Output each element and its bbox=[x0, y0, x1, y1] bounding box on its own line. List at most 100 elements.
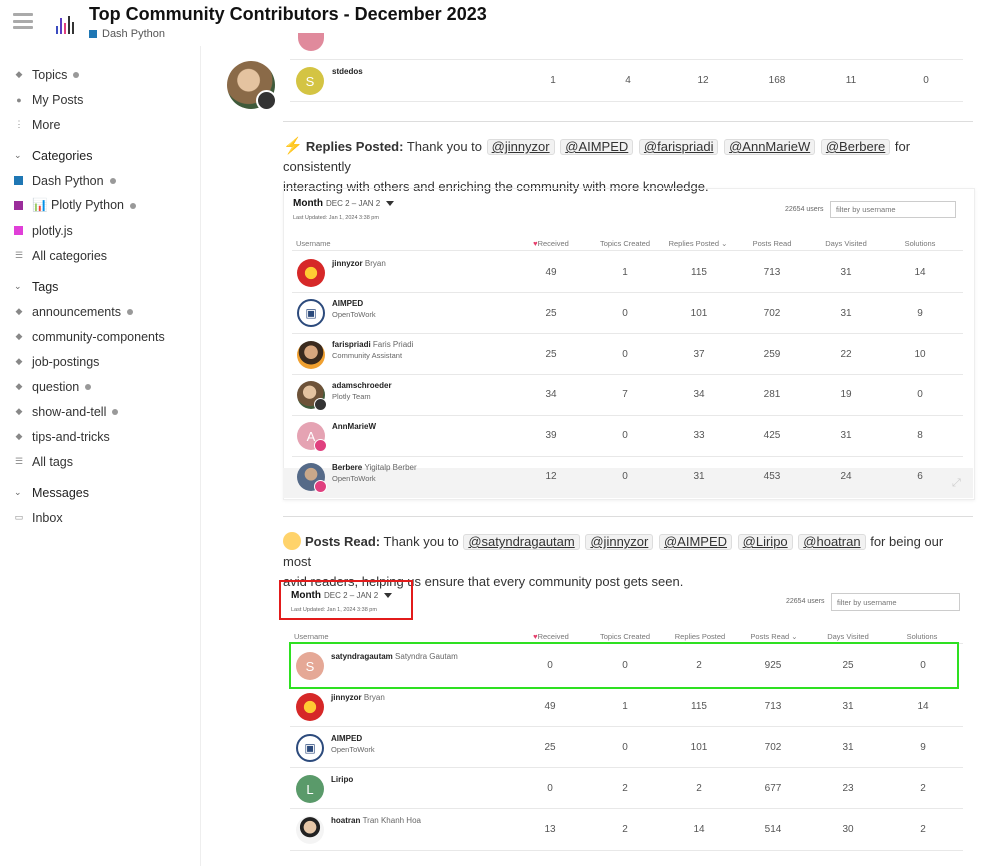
sidebar-section-tags[interactable]: ⌄ Tags bbox=[0, 274, 200, 299]
sidebar-item-tag[interactable]: ◆ show-and-tell bbox=[0, 399, 200, 424]
mention-link[interactable]: @jinnyzor bbox=[486, 139, 555, 155]
col-days-visited[interactable]: Days Visited bbox=[808, 632, 888, 641]
col-posts-read[interactable]: Posts Read bbox=[732, 239, 812, 248]
stat-posts-read: 702 bbox=[763, 308, 781, 319]
stat-solutions: 0 bbox=[923, 75, 929, 86]
sidebar-item-tag[interactable]: ◆ job-postings bbox=[0, 349, 200, 374]
stat-solutions: 2 bbox=[920, 824, 926, 835]
username[interactable]: farispriadi Faris Priadi bbox=[332, 340, 413, 349]
sidebar-item-all-tags[interactable]: ☰ All tags bbox=[0, 449, 200, 474]
sidebar-item-inbox[interactable]: ▭ Inbox bbox=[0, 505, 200, 530]
stat-topics-created: 2 bbox=[622, 783, 628, 794]
stat-replies-posted: 2 bbox=[696, 783, 702, 794]
stat-posts-read: 425 bbox=[763, 430, 781, 441]
mention-link[interactable]: @AIMPED bbox=[560, 139, 634, 155]
sidebar-item-plotly-js[interactable]: plotly.js bbox=[0, 218, 200, 243]
username[interactable]: Liripo bbox=[331, 775, 353, 784]
col-replies-posted[interactable]: Replies Posted bbox=[660, 632, 740, 641]
mention-link[interactable]: @AnnMarieW bbox=[724, 139, 816, 155]
mention-link[interactable]: @AIMPED bbox=[658, 534, 733, 550]
filter-input[interactable] bbox=[830, 201, 956, 218]
avatar[interactable]: S bbox=[296, 67, 324, 95]
sidebar-item-tag[interactable]: ◆ tips-and-tricks bbox=[0, 424, 200, 449]
tag-icon: ◆ bbox=[15, 356, 23, 366]
hamburger-menu-icon[interactable] bbox=[13, 13, 33, 29]
mention-link[interactable]: @hoatran bbox=[798, 534, 866, 550]
stat-received: 49 bbox=[544, 701, 556, 712]
lightning-icon: ⚡ bbox=[283, 138, 303, 155]
col-username[interactable]: Username bbox=[296, 239, 356, 248]
sidebar-item-topics[interactable]: ◆ Topics bbox=[0, 62, 200, 87]
username[interactable]: jinnyzor Bryan bbox=[331, 693, 385, 702]
tag-icon: ◆ bbox=[15, 306, 23, 316]
robot-avatar-icon[interactable]: ▣ bbox=[297, 299, 325, 327]
username[interactable]: hoatran Tran Khanh Hoa bbox=[331, 816, 421, 825]
stat-replies-posted: 33 bbox=[693, 430, 705, 441]
sidebar-divider bbox=[200, 46, 201, 866]
sidebar-item-tag[interactable]: ◆ question bbox=[0, 374, 200, 399]
username[interactable]: AnnMarieW bbox=[332, 422, 376, 431]
expand-icon[interactable]: ⤢ bbox=[952, 477, 961, 490]
mention-link[interactable]: @Liripo bbox=[737, 534, 793, 550]
avatar[interactable]: L bbox=[296, 775, 324, 803]
avatar[interactable] bbox=[297, 381, 327, 411]
stat-posts-read: 281 bbox=[763, 389, 781, 400]
vertical-ellipsis-icon: ⋮ bbox=[14, 119, 24, 129]
sort-chevron-icon: ⌄ bbox=[791, 632, 798, 641]
tag-icon: ◆ bbox=[15, 381, 23, 391]
mention-link[interactable]: @jinnyzor bbox=[585, 534, 654, 550]
col-received[interactable]: ♥Received bbox=[511, 239, 591, 248]
category-breadcrumb[interactable]: Dash Python bbox=[89, 28, 165, 40]
col-solutions[interactable]: Solutions bbox=[882, 632, 962, 641]
username[interactable]: Berbere Yigitalp Berber bbox=[332, 463, 417, 472]
username[interactable]: AIMPED bbox=[332, 299, 363, 308]
avatar[interactable] bbox=[297, 259, 325, 287]
col-topics-created[interactable]: Topics Created bbox=[585, 632, 665, 641]
mention-link[interactable]: @satyndragautam bbox=[463, 534, 580, 550]
stat-received: 25 bbox=[545, 349, 557, 360]
username[interactable]: jinnyzor Bryan bbox=[332, 259, 386, 268]
avatar[interactable] bbox=[297, 341, 325, 369]
user-title: OpenToWork bbox=[331, 745, 375, 754]
row-divider bbox=[292, 456, 963, 457]
col-received[interactable]: ♥Received bbox=[511, 632, 591, 641]
sidebar-item-tag[interactable]: ◆ community-components bbox=[0, 324, 200, 349]
period-dropdown[interactable]: Month DEC 2 – JAN 2 bbox=[293, 198, 395, 209]
sidebar-item-plotly-python[interactable]: 📊 Plotly Python bbox=[0, 193, 200, 218]
avatar[interactable]: A bbox=[297, 422, 327, 452]
stat-replies-posted: 115 bbox=[691, 701, 707, 712]
mention-link[interactable]: @Berbere bbox=[820, 139, 891, 155]
sidebar-item-more[interactable]: ⋮ More bbox=[0, 112, 200, 137]
robot-avatar-icon[interactable]: ▣ bbox=[296, 734, 324, 762]
username[interactable]: stdedos bbox=[332, 67, 363, 76]
username[interactable]: adamschroeder bbox=[332, 381, 392, 390]
post-author-avatar[interactable] bbox=[227, 61, 277, 111]
topic-title[interactable]: Top Community Contributors - December 20… bbox=[89, 4, 487, 25]
sidebar-item-all-categories[interactable]: ☰ All categories bbox=[0, 243, 200, 268]
sidebar-section-messages[interactable]: ⌄ Messages bbox=[0, 480, 200, 505]
row-divider bbox=[290, 59, 963, 60]
avatar[interactable] bbox=[298, 33, 324, 51]
stat-days-visited: 24 bbox=[840, 471, 852, 482]
sidebar-item-my-posts[interactable]: ● My Posts bbox=[0, 87, 200, 112]
col-posts-read[interactable]: Posts Read ⌄ bbox=[734, 632, 814, 641]
col-replies-posted[interactable]: Replies Posted ⌄ bbox=[658, 239, 738, 248]
stat-days-visited: 11 bbox=[845, 75, 857, 86]
avatar[interactable] bbox=[297, 463, 327, 493]
sidebar-section-categories[interactable]: ⌄ Categories bbox=[0, 143, 200, 168]
mention-link[interactable]: @farispriadi bbox=[638, 139, 719, 155]
caret-down-icon bbox=[386, 200, 395, 206]
filter-input[interactable] bbox=[831, 593, 960, 611]
avatar[interactable] bbox=[296, 693, 324, 721]
sidebar-item-dash-python[interactable]: Dash Python bbox=[0, 168, 200, 193]
row-divider bbox=[292, 374, 963, 375]
avatar[interactable] bbox=[296, 816, 324, 844]
stat-topics-created: 4 bbox=[625, 75, 631, 86]
col-solutions[interactable]: Solutions bbox=[880, 239, 960, 248]
sidebar-item-tag[interactable]: ◆ announcements bbox=[0, 299, 200, 324]
username[interactable]: AIMPED bbox=[331, 734, 362, 743]
col-topics-created[interactable]: Topics Created bbox=[585, 239, 665, 248]
col-username[interactable]: Username bbox=[294, 632, 354, 641]
plotly-logo[interactable] bbox=[56, 12, 78, 34]
col-days-visited[interactable]: Days Visited bbox=[806, 239, 886, 248]
